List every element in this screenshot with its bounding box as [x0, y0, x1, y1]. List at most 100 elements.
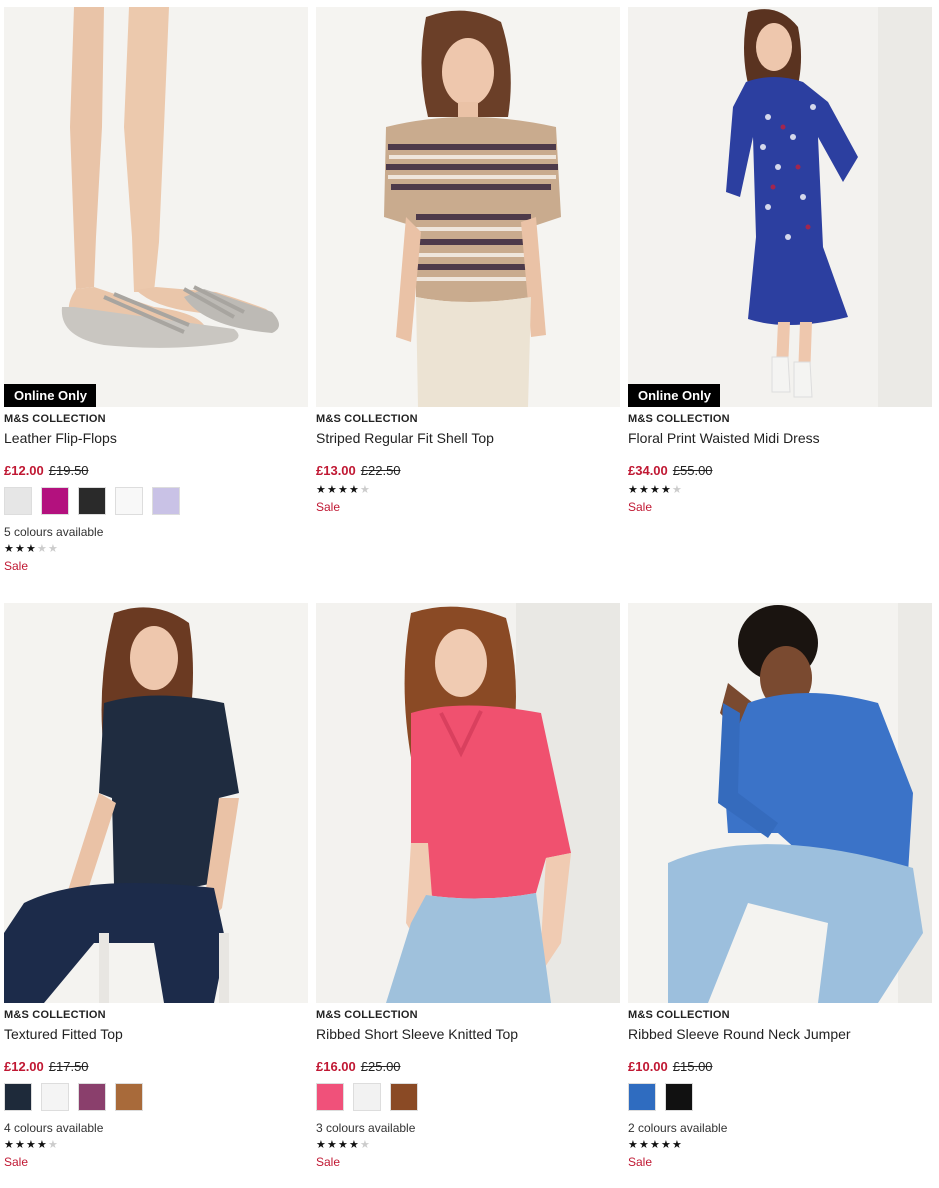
star-icon: ★ — [672, 484, 682, 496]
product-price: £13.00 £22.50 — [316, 463, 620, 479]
star-icon: ★ — [327, 1139, 337, 1151]
price-was: £17.50 — [48, 1059, 89, 1074]
price-was: £55.00 — [672, 463, 713, 478]
star-icon: ★ — [349, 1139, 359, 1151]
colour-swatch[interactable] — [316, 1083, 344, 1111]
product-name[interactable]: Striped Regular Fit Shell Top — [316, 429, 620, 447]
star-icon: ★ — [4, 1139, 14, 1151]
sale-label: Sale — [316, 1155, 341, 1169]
colour-swatch[interactable] — [78, 1083, 106, 1111]
product-price: £16.00 £25.00 — [316, 1059, 620, 1075]
price-was: £25.00 — [360, 1059, 401, 1074]
product-brand: M&S COLLECTION — [316, 1009, 418, 1021]
product-card[interactable]: M&S COLLECTION Ribbed Short Sleeve Knitt… — [316, 603, 620, 1169]
product-image[interactable]: Online Only — [628, 7, 932, 407]
star-icon: ★ — [15, 1139, 25, 1151]
product-name[interactable]: Textured Fitted Top — [4, 1025, 308, 1043]
rating-stars: ★ ★ ★ ★ ★ — [316, 1140, 620, 1152]
product-brand: M&S COLLECTION — [4, 1009, 106, 1021]
colour-swatch[interactable] — [152, 487, 180, 515]
product-price: £10.00 £15.00 — [628, 1059, 932, 1075]
product-card[interactable]: M&S COLLECTION Striped Regular Fit Shell… — [316, 7, 620, 514]
colour-swatches — [4, 1081, 308, 1115]
product-image[interactable] — [316, 603, 620, 1003]
colour-swatch[interactable] — [115, 1083, 143, 1111]
product-price: £12.00 £17.50 — [4, 1059, 308, 1075]
rating-stars: ★ ★ ★ ★ ★ — [628, 1140, 932, 1152]
product-image[interactable] — [316, 7, 620, 407]
star-icon: ★ — [338, 484, 348, 496]
price-was: £15.00 — [672, 1059, 713, 1074]
star-icon: ★ — [639, 484, 649, 496]
rating-stars: ★ ★ ★ ★ ★ — [316, 485, 620, 497]
star-icon: ★ — [15, 543, 25, 555]
product-image[interactable] — [628, 603, 932, 1003]
star-icon: ★ — [316, 1139, 326, 1151]
product-card[interactable]: M&S COLLECTION Ribbed Sleeve Round Neck … — [628, 603, 932, 1169]
colour-swatch[interactable] — [78, 487, 106, 515]
star-icon: ★ — [628, 484, 638, 496]
colour-swatch[interactable] — [665, 1083, 693, 1111]
star-icon: ★ — [37, 543, 47, 555]
colour-swatch[interactable] — [4, 1083, 32, 1111]
product-price: £12.00 £19.50 — [4, 463, 308, 479]
product-card[interactable]: Online Only M&S COLLECTION Leather Flip-… — [4, 7, 308, 573]
colour-swatches — [628, 1081, 932, 1115]
product-name[interactable]: Ribbed Sleeve Round Neck Jumper — [628, 1025, 932, 1043]
colour-swatch[interactable] — [41, 487, 69, 515]
price-now: £13.00 — [316, 463, 356, 478]
rating-stars: ★ ★ ★ ★ ★ — [4, 1140, 308, 1152]
colour-swatch[interactable] — [4, 487, 32, 515]
pink-top-photo — [316, 603, 620, 1003]
star-icon: ★ — [661, 1139, 671, 1151]
price-now: £12.00 — [4, 1059, 44, 1074]
price-was: £19.50 — [48, 463, 89, 478]
star-icon: ★ — [26, 1139, 36, 1151]
colours-available: 4 colours available — [4, 1121, 104, 1135]
product-image[interactable]: Online Only — [4, 7, 308, 407]
product-brand: M&S COLLECTION — [628, 1009, 730, 1021]
sale-label: Sale — [628, 1155, 653, 1169]
product-brand: M&S COLLECTION — [316, 413, 418, 425]
colour-swatches — [316, 1081, 620, 1115]
colour-swatches — [4, 485, 308, 519]
product-name[interactable]: Leather Flip-Flops — [4, 429, 308, 447]
price-now: £34.00 — [628, 463, 668, 478]
product-card[interactable]: M&S COLLECTION Textured Fitted Top £12.0… — [4, 603, 308, 1169]
online-only-badge: Online Only — [628, 384, 720, 407]
star-icon: ★ — [349, 484, 359, 496]
star-icon: ★ — [327, 484, 337, 496]
star-icon: ★ — [360, 1139, 370, 1151]
star-icon: ★ — [4, 543, 14, 555]
floral-dress-photo — [628, 7, 932, 407]
colour-swatch[interactable] — [390, 1083, 418, 1111]
sale-label: Sale — [316, 500, 341, 514]
sale-label: Sale — [628, 500, 653, 514]
star-icon: ★ — [26, 543, 36, 555]
product-name[interactable]: Ribbed Short Sleeve Knitted Top — [316, 1025, 620, 1043]
online-only-badge: Online Only — [4, 384, 96, 407]
price-was: £22.50 — [360, 463, 401, 478]
rating-stars: ★ ★ ★ ★ ★ — [628, 485, 932, 497]
colours-available: 5 colours available — [4, 525, 104, 539]
sale-label: Sale — [4, 559, 29, 573]
star-icon: ★ — [360, 484, 370, 496]
star-icon: ★ — [37, 1139, 47, 1151]
colour-swatch[interactable] — [628, 1083, 656, 1111]
blue-jumper-photo — [628, 603, 932, 1003]
colour-swatch[interactable] — [41, 1083, 69, 1111]
colour-swatch[interactable] — [353, 1083, 381, 1111]
product-card[interactable]: Online Only M&S COLLECTION Floral Print … — [628, 7, 932, 514]
product-name[interactable]: Floral Print Waisted Midi Dress — [628, 429, 932, 447]
star-icon: ★ — [639, 1139, 649, 1151]
navy-top-photo — [4, 603, 308, 1003]
product-image[interactable] — [4, 603, 308, 1003]
star-icon: ★ — [650, 1139, 660, 1151]
price-now: £10.00 — [628, 1059, 668, 1074]
flip-flops-photo — [4, 7, 308, 407]
colour-swatch[interactable] — [115, 487, 143, 515]
colours-available: 2 colours available — [628, 1121, 728, 1135]
product-brand: M&S COLLECTION — [4, 413, 106, 425]
star-icon: ★ — [48, 1139, 58, 1151]
price-now: £16.00 — [316, 1059, 356, 1074]
